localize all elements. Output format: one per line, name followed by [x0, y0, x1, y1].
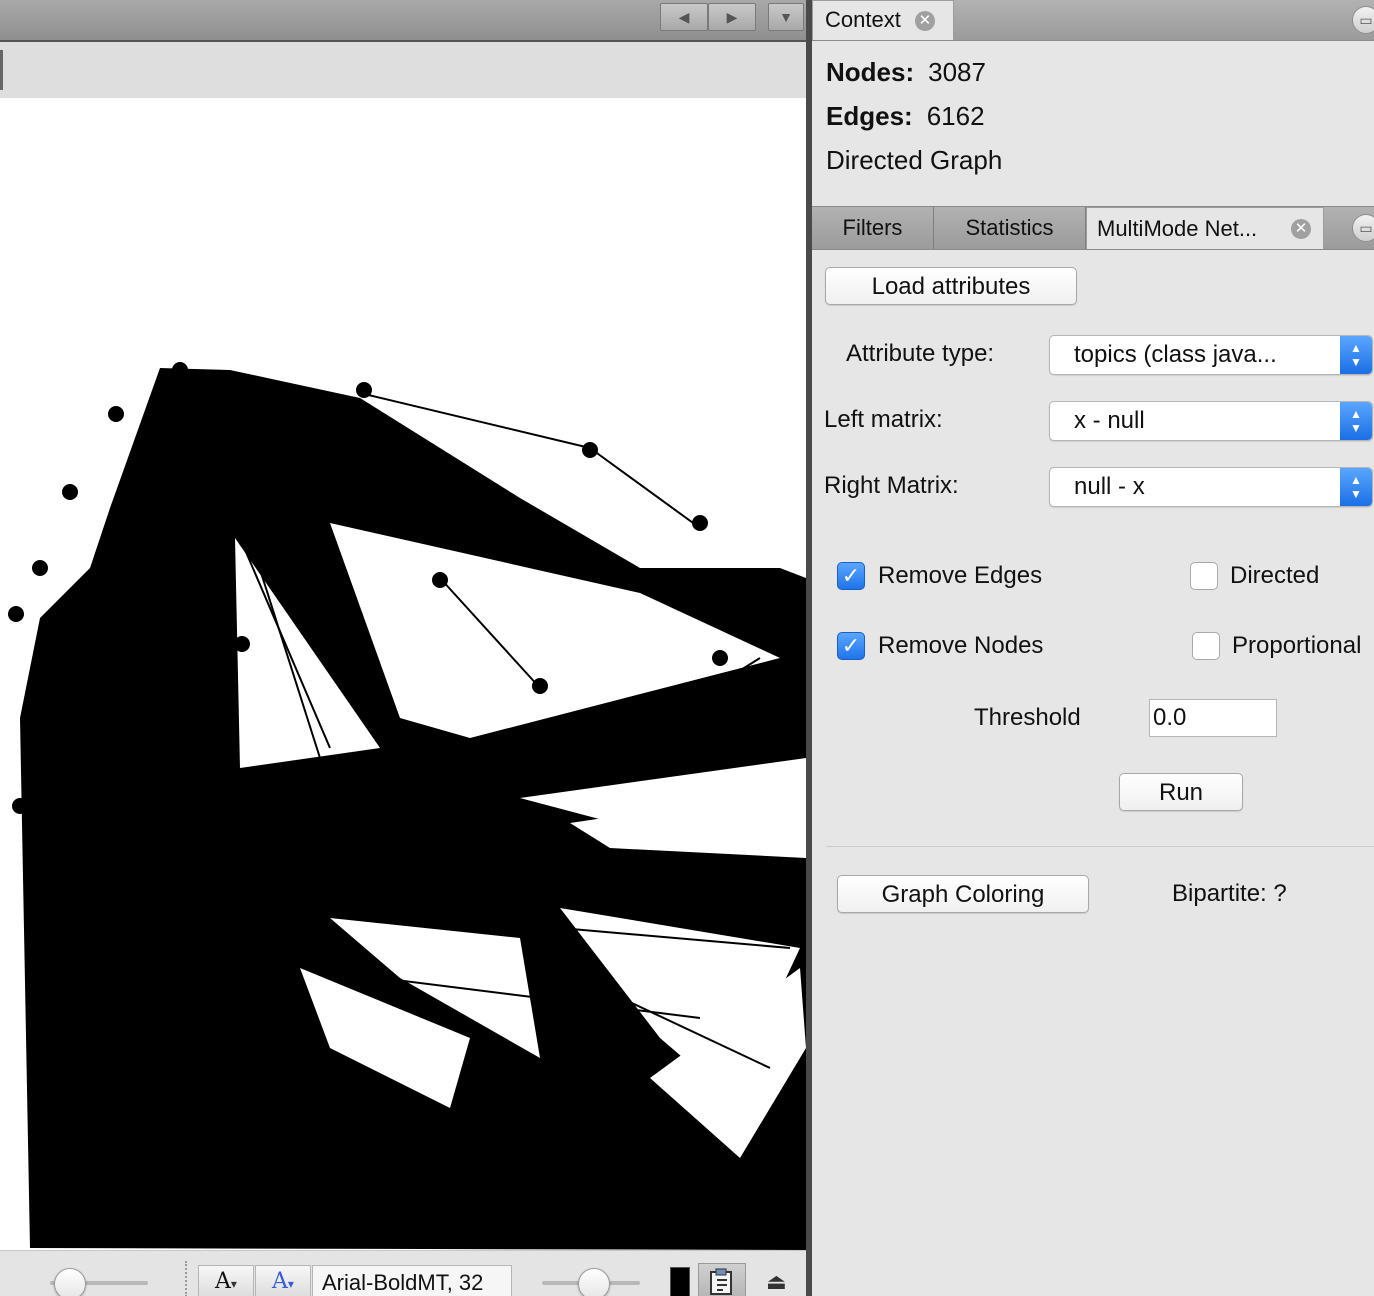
- left-matrix-label: Left matrix:: [824, 406, 943, 433]
- graph-node: [262, 1205, 278, 1221]
- graph-node: [234, 636, 250, 652]
- chevron-updown-icon: ▲ ▼: [1340, 402, 1372, 440]
- font-name-field[interactable]: Arial-BoldMT, 32: [312, 1265, 512, 1296]
- label-size-slider-knob[interactable]: [578, 1268, 610, 1296]
- chevron-updown-icon: ▲ ▼: [1340, 336, 1372, 374]
- remove-nodes-label: Remove Nodes: [878, 632, 1044, 659]
- node-label-font-button[interactable]: A▾: [198, 1265, 254, 1296]
- graph-node: [222, 400, 238, 416]
- minimize-window-icon[interactable]: ▭: [1352, 6, 1374, 34]
- close-icon[interactable]: ✕: [914, 11, 935, 32]
- graph-node: [602, 1050, 618, 1066]
- tab-context[interactable]: Context ✕: [812, 0, 954, 40]
- attribute-type-value: topics (class java...: [1074, 341, 1277, 368]
- eject-icon[interactable]: ⏏: [766, 1269, 787, 1295]
- graph-node: [712, 650, 728, 666]
- context-body: Nodes: 3087 Edges: 6162 Directed Graph: [812, 41, 1374, 199]
- scroll-right-button[interactable]: ▶: [708, 3, 756, 31]
- graph-node: [532, 678, 548, 694]
- minimize-panel-icon[interactable]: ▭: [1352, 214, 1374, 242]
- dropdown-caret-icon: ▾: [230, 1277, 237, 1291]
- graph-toolbar: [0, 42, 806, 99]
- tab-multimode-label: MultiMode Net...: [1097, 216, 1258, 241]
- font-a-glyph: A: [215, 1269, 231, 1294]
- graph-node: [12, 798, 28, 814]
- edge-label-font-button[interactable]: A▾: [255, 1265, 311, 1296]
- graph-node: [108, 406, 124, 422]
- font-a-glyph-blue: A: [272, 1269, 288, 1294]
- graph-node: [242, 1158, 258, 1174]
- edges-value: 6162: [926, 101, 985, 131]
- checkmark-icon: ✓: [841, 633, 861, 658]
- graph-window-titlebar: ◀ ▶ ▼: [0, 0, 806, 42]
- toolbar-edge-divider: [0, 50, 3, 90]
- directed-checkbox[interactable]: [1190, 562, 1218, 590]
- proportional-label-clip: Proportional: [1232, 632, 1374, 660]
- tab-filters[interactable]: Filters: [812, 207, 934, 249]
- proportional-checkbox[interactable]: [1192, 632, 1220, 660]
- remove-edges-label: Remove Edges: [878, 562, 1043, 589]
- edges-label: Edges:: [826, 101, 913, 131]
- attribute-type-select[interactable]: topics (class java... ▲ ▼: [1049, 335, 1373, 375]
- graph-node: [582, 442, 598, 458]
- graph-node: [356, 382, 372, 398]
- remove-nodes-checkbox[interactable]: ✓: [837, 632, 865, 660]
- nodes-value: 3087: [928, 57, 986, 87]
- window-menu-button[interactable]: ▼: [768, 3, 804, 31]
- dropdown-caret-icon: ▾: [287, 1277, 294, 1291]
- load-attributes-button[interactable]: Load attributes: [825, 267, 1077, 305]
- graph-node: [692, 515, 708, 531]
- bipartite-status: Bipartite: ?: [1172, 880, 1287, 907]
- left-matrix-value: x - null: [1074, 407, 1145, 434]
- directed-label: Directed: [1230, 562, 1320, 589]
- chevron-updown-icon: ▲ ▼: [1340, 468, 1372, 506]
- node-size-slider-knob[interactable]: [54, 1268, 86, 1296]
- edge-count: Edges: 6162: [826, 101, 985, 132]
- close-icon[interactable]: ✕: [1291, 219, 1311, 239]
- section-divider: [826, 846, 1374, 847]
- clipboard-icon-button[interactable]: [698, 1263, 746, 1296]
- graph-bottom-toolbar: A▾ A▾ Arial-BoldMT, 32 ⏏: [0, 1250, 806, 1296]
- right-panel: Context ✕ ▭ Nodes: 3087 Edges: 6162 Direct…: [812, 0, 1374, 1296]
- run-button[interactable]: Run: [1119, 773, 1243, 811]
- graph-node: [62, 484, 78, 500]
- threshold-input[interactable]: 0.0: [1149, 699, 1277, 737]
- tab-context-label: Context: [825, 7, 901, 32]
- scroll-left-button[interactable]: ◀: [660, 3, 708, 31]
- tab-multimode-networks[interactable]: MultiMode Net... ✕: [1086, 207, 1324, 249]
- right-matrix-value: null - x: [1074, 473, 1145, 500]
- tools-tabbar: Filters Statistics MultiMode Net... ✕ ▭: [812, 206, 1374, 250]
- remove-edges-checkbox[interactable]: ✓: [837, 562, 865, 590]
- graph-pane: ◀ ▶ ▼ A▾ A▾ Arial-BoldMT, 32 ⏏: [0, 0, 806, 1296]
- attribute-type-label: Attribute type:: [846, 340, 995, 367]
- graph-canvas[interactable]: [0, 98, 806, 1250]
- graph-node: [32, 560, 48, 576]
- checkmark-icon: ✓: [841, 563, 861, 588]
- network-graph-drawing[interactable]: [0, 98, 806, 1250]
- threshold-label: Threshold: [974, 704, 1081, 731]
- graph-coloring-button[interactable]: Graph Coloring: [837, 875, 1089, 913]
- right-matrix-select[interactable]: null - x ▲ ▼: [1049, 467, 1373, 507]
- edge-line: [589, 447, 701, 529]
- graph-node: [172, 362, 188, 378]
- node-count: Nodes: 3087: [826, 57, 986, 88]
- left-matrix-select[interactable]: x - null ▲ ▼: [1049, 401, 1373, 441]
- toolbar-separator: [185, 1261, 187, 1296]
- context-tabbar: Context ✕ ▭: [812, 0, 1374, 41]
- tab-statistics[interactable]: Statistics: [934, 207, 1086, 249]
- proportional-label: Proportional: [1232, 632, 1362, 659]
- graph-node: [8, 606, 24, 622]
- right-matrix-label: Right Matrix:: [824, 472, 959, 499]
- graph-type: Directed Graph: [826, 145, 1003, 175]
- clipboard-icon: [710, 1268, 732, 1295]
- graph-node: [432, 572, 448, 588]
- nodes-label: Nodes:: [826, 57, 915, 87]
- label-color-swatch[interactable]: [670, 1267, 690, 1296]
